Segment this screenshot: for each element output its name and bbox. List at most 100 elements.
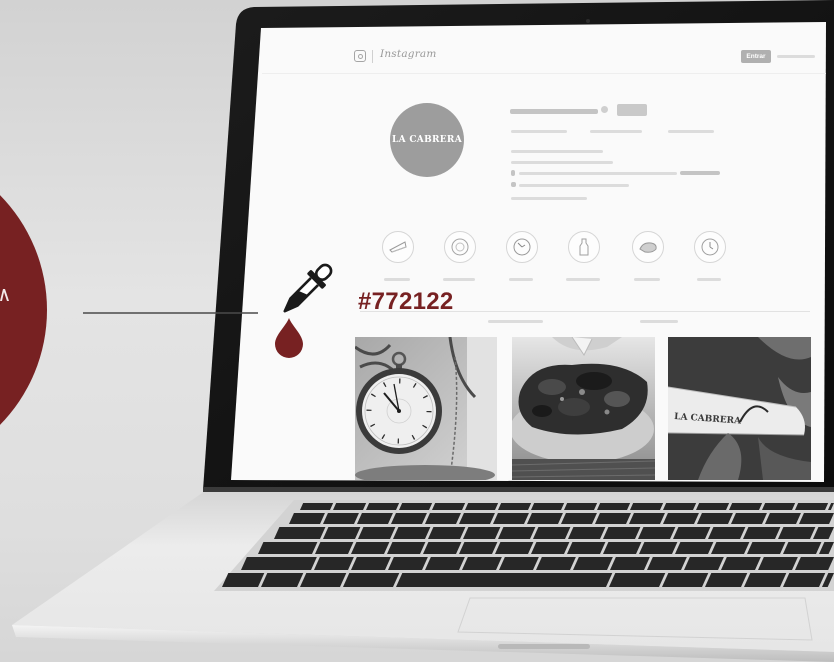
keyboard-key[interactable] [564,503,598,510]
keyboard-key[interactable] [647,557,687,570]
stat-followers[interactable] [590,130,642,133]
keyboard-key[interactable] [663,503,697,510]
keyboard-key[interactable] [731,513,767,524]
keyboard-key[interactable] [638,527,676,539]
keyboard-key[interactable] [758,557,798,570]
highlight-6[interactable] [694,231,726,263]
keyboard-key[interactable] [274,527,326,539]
keyboard-key[interactable] [629,513,665,524]
tab-tagged[interactable] [640,320,678,323]
keyboard-key[interactable] [603,542,642,554]
keyboard-key[interactable] [432,503,466,510]
keyboard-key[interactable] [536,557,576,570]
keyboard-key[interactable] [463,527,501,539]
keyboard-key[interactable] [765,513,801,524]
highlight-5[interactable] [632,231,664,263]
keyboard-key[interactable] [314,557,354,570]
keyboard-key[interactable] [711,542,750,554]
keyboard-key[interactable] [597,503,631,510]
signup-link[interactable] [777,55,815,58]
keyboard-key[interactable] [697,513,733,524]
avatar[interactable]: LA CABRERA [390,103,464,177]
keyboard-key[interactable] [783,542,822,554]
keyboard-key[interactable] [428,527,466,539]
keyboard-key[interactable] [343,573,400,587]
highlight-2[interactable] [444,231,476,263]
keyboard-key[interactable] [366,503,400,510]
keyboard-key[interactable] [498,503,532,510]
keyboard-key[interactable] [241,557,317,570]
keyboard-key[interactable] [222,573,265,587]
keyboard-key[interactable] [561,513,597,524]
keyboard-key[interactable] [531,503,565,510]
keyboard-key[interactable] [499,557,539,570]
keyboard-key[interactable] [387,542,426,554]
keyboard-key[interactable] [351,557,391,570]
keyboard-key[interactable] [567,542,606,554]
keyboard-key[interactable] [323,513,359,524]
keyboard-key[interactable] [396,573,613,587]
keyboard-key[interactable] [696,503,730,510]
keyboard-key[interactable] [795,557,834,570]
keyboard-key[interactable] [462,557,502,570]
keyboard-key[interactable] [498,527,536,539]
keyboard-key[interactable] [300,573,347,587]
post-1[interactable] [355,337,497,480]
keyboard-key[interactable] [425,513,461,524]
keyboard-key[interactable] [391,513,427,524]
keyboard-key[interactable] [465,503,499,510]
keyboard-key[interactable] [708,527,746,539]
post-3[interactable]: LA CABRERA [668,337,811,480]
keyboard-key[interactable] [799,513,834,524]
keyboard-key[interactable] [705,573,748,587]
keyboard-key[interactable] [357,513,393,524]
keyboard-key[interactable] [258,542,318,554]
keyboard-key[interactable] [603,527,641,539]
keyboard-key[interactable] [675,542,714,554]
keyboard-key[interactable] [459,542,498,554]
keyboard-key[interactable] [663,513,699,524]
post-2[interactable] [512,337,655,480]
keyboard-key[interactable] [573,557,613,570]
highlight-1[interactable] [382,231,414,263]
keyboard-key[interactable] [351,542,390,554]
keyboard-key[interactable] [388,557,428,570]
keyboard-key[interactable] [527,513,563,524]
login-button[interactable]: Entrar [741,50,771,63]
instagram-camera-icon[interactable] [354,50,366,62]
stat-following[interactable] [668,130,714,133]
keyboard-key[interactable] [315,542,354,554]
keyboard-key[interactable] [300,503,334,510]
keyboard-key[interactable] [639,542,678,554]
keyboard-key[interactable] [610,557,650,570]
keyboard-key[interactable] [747,542,786,554]
keyboard-key[interactable] [778,527,816,539]
keyboard-key[interactable] [729,503,763,510]
keyboard-key[interactable] [531,542,570,554]
keyboard-key[interactable] [721,557,761,570]
keyboard-key[interactable] [533,527,571,539]
keyboard-key[interactable] [630,503,664,510]
keyboard-key[interactable] [493,513,529,524]
keyboard-key[interactable] [795,503,829,510]
keyboard-key[interactable] [743,527,781,539]
keyboard-key[interactable] [333,503,367,510]
tab-posts[interactable] [488,320,543,323]
bio-link[interactable] [511,197,587,200]
keyboard-key[interactable] [358,527,396,539]
keyboard-key[interactable] [289,513,325,524]
keyboard-key[interactable] [783,573,826,587]
follow-button[interactable] [617,104,647,116]
keyboard-key[interactable] [423,542,462,554]
keyboard-key[interactable] [684,557,724,570]
keyboard-key[interactable] [762,503,796,510]
keyboard-key[interactable] [399,503,433,510]
keyboard-key[interactable] [261,573,304,587]
keyboard-key[interactable] [459,513,495,524]
instagram-logo-text[interactable]: Instagram [380,48,437,60]
keyboard-key[interactable] [425,557,465,570]
highlight-4[interactable] [568,231,600,263]
keyboard-key[interactable] [568,527,606,539]
keyboard-key[interactable] [595,513,631,524]
keyboard-key[interactable] [662,573,709,587]
